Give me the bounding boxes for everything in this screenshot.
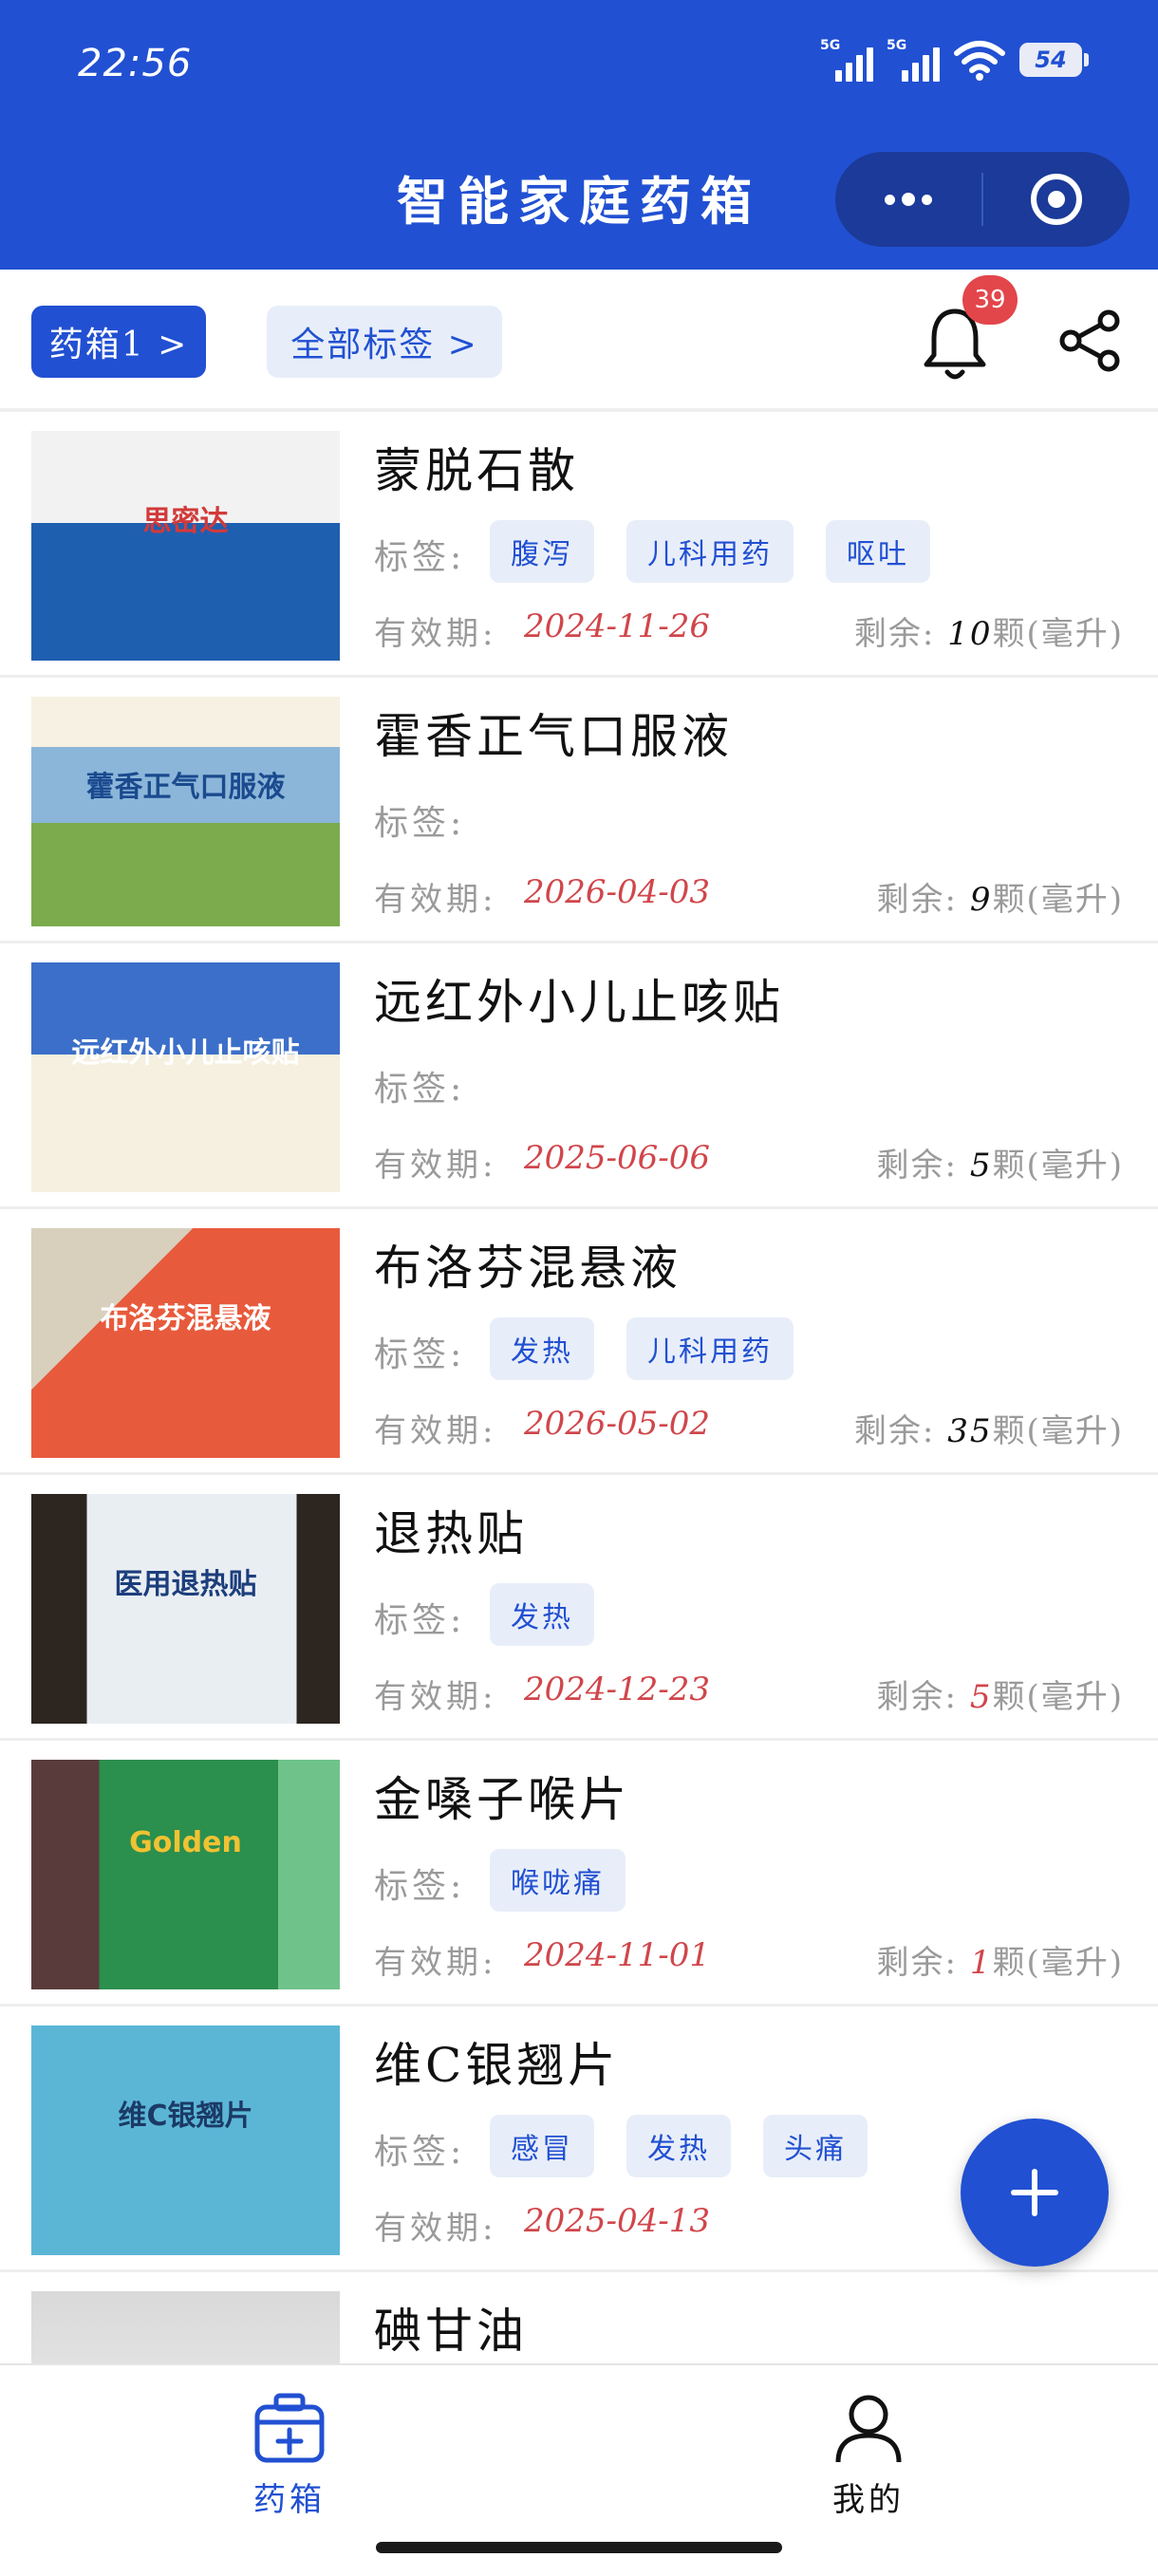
- expiry-date: 2025-06-06: [524, 1139, 711, 1177]
- medicine-box-icon: [254, 2393, 325, 2463]
- medicine-thumbnail: Golden: [31, 1760, 340, 1989]
- thumbnail-caption: 维C银翘片: [118, 2100, 253, 2133]
- cellular-signal-icon: 5G: [820, 38, 873, 82]
- tag-label: 标签:: [374, 1601, 466, 1640]
- remaining-count: 剩余: 35颗(毫升): [853, 1412, 1124, 1450]
- remaining-count: 剩余: 9颗(毫升): [876, 881, 1124, 919]
- tag-row: 腹泻 儿科用药 呕吐: [490, 520, 930, 583]
- thumbnail-caption: 布洛芬混悬液: [100, 1302, 271, 1335]
- notification-badge: 39: [962, 275, 1018, 325]
- tag-chip[interactable]: 感冒: [490, 2115, 594, 2177]
- cellular-signal-icon-2: 5G: [887, 38, 940, 82]
- nav-medicine-box[interactable]: 药箱: [195, 2392, 384, 2520]
- medicine-list-item[interactable]: 藿香正气口服液 霍香正气口服液 标签: 有效期: 2026-04-03 剩余: 9…: [0, 678, 1158, 943]
- expiry-label: 有效期:: [374, 1147, 497, 1185]
- medicine-name: 退热贴: [374, 1506, 528, 1561]
- expiry-label: 有效期:: [374, 1412, 497, 1450]
- more-menu-button[interactable]: [835, 152, 981, 247]
- more-dots-icon: [885, 193, 932, 206]
- medicine-thumbnail: 医用退热贴: [31, 1494, 340, 1724]
- plus-icon: [1011, 2169, 1058, 2216]
- medicine-box-selector[interactable]: 药箱1 >: [31, 306, 206, 378]
- medicine-list-item[interactable]: 布洛芬混悬液 布洛芬混悬液 标签: 发热 儿科用药 有效期: 2026-05-02…: [0, 1209, 1158, 1475]
- battery-icon: 54: [1019, 43, 1089, 77]
- tag-chip[interactable]: 发热: [490, 1583, 594, 1646]
- medicine-name: 蒙脱石散: [374, 443, 579, 498]
- tag-label: 标签:: [374, 2133, 466, 2172]
- target-icon: [1031, 174, 1082, 225]
- expiry-date: 2024-11-26: [524, 607, 711, 645]
- tag-label: 标签:: [374, 1335, 466, 1374]
- nav-mine[interactable]: 我的: [774, 2392, 963, 2520]
- tag-row: 发热 儿科用药: [490, 1317, 794, 1380]
- expiry-date: 2026-04-03: [524, 873, 711, 911]
- expiry-date: 2024-11-01: [524, 1936, 711, 1974]
- tag-label: 标签:: [374, 1867, 466, 1906]
- thumbnail-caption: 远红外小儿止咳贴: [71, 1036, 300, 1070]
- share-icon[interactable]: [1057, 308, 1124, 374]
- medicine-list-item[interactable]: 思密达 蒙脱石散 标签: 腹泻 儿科用药 呕吐 有效期: 2024-11-26 剩余:…: [0, 412, 1158, 678]
- toolbar: 药箱1 > 全部标签 > 39: [0, 270, 1158, 412]
- medicine-name: 维C银翘片: [374, 2038, 620, 2093]
- medicine-list-item[interactable]: Golden 金嗓子喉片 标签: 喉咙痛 有效期: 2024-11-01 剩余: …: [0, 1741, 1158, 2007]
- tag-chip[interactable]: 头痛: [763, 2115, 868, 2177]
- remaining-count: 剩余: 1颗(毫升): [876, 1944, 1124, 1982]
- medicine-thumbnail: 远红外小儿止咳贴: [31, 962, 340, 1192]
- thumbnail-caption: Golden: [129, 1826, 242, 1859]
- expiry-date: 2025-04-13: [524, 2202, 711, 2240]
- medicine-thumbnail: 藿香正气口服液: [31, 697, 340, 926]
- tag-row: 发热: [490, 1583, 594, 1646]
- expiry-label: 有效期:: [374, 1678, 497, 1716]
- nav-mine-label: 我的: [832, 2481, 905, 2519]
- home-indicator: [376, 2542, 782, 2553]
- all-tags-filter[interactable]: 全部标签 >: [267, 306, 502, 378]
- tag-chip[interactable]: 发热: [626, 2115, 731, 2177]
- thumbnail-caption: 思密达: [142, 505, 229, 538]
- add-medicine-button[interactable]: [961, 2119, 1109, 2267]
- medicine-thumbnail: 布洛芬混悬液: [31, 1228, 340, 1458]
- medicine-thumbnail: 思密达: [31, 431, 340, 661]
- expiry-label: 有效期:: [374, 615, 497, 653]
- tag-chip[interactable]: 喉咙痛: [490, 1849, 626, 1912]
- status-icons: 5G 5G 54: [820, 36, 1089, 84]
- tag-row: 感冒 发热 头痛: [490, 2115, 868, 2177]
- thumbnail-caption: 藿香正气口服液: [85, 771, 286, 804]
- user-icon: [835, 2395, 902, 2463]
- wifi-icon: [954, 41, 1005, 81]
- medicine-name: 金嗓子喉片: [374, 1772, 630, 1827]
- tag-label: 标签:: [374, 538, 466, 577]
- remaining-count: 剩余: 5颗(毫升): [876, 1678, 1124, 1716]
- thumbnail-caption: 医用退热贴: [114, 1568, 257, 1601]
- tag-chip[interactable]: 儿科用药: [626, 1317, 794, 1380]
- medicine-thumbnail: 维C银翘片: [31, 2025, 340, 2255]
- tag-chip[interactable]: 发热: [490, 1317, 594, 1380]
- close-miniprogram-button[interactable]: [983, 152, 1130, 247]
- status-time: 22:56: [78, 42, 193, 85]
- tag-label: 标签:: [374, 804, 466, 843]
- tag-chip[interactable]: 呕吐: [826, 520, 930, 583]
- medicine-name: 碘甘油: [374, 2304, 528, 2359]
- expiry-date: 2024-12-23: [524, 1671, 711, 1708]
- tag-chip[interactable]: 腹泻: [490, 520, 594, 583]
- expiry-label: 有效期:: [374, 881, 497, 919]
- tag-row: 喉咙痛: [490, 1849, 626, 1912]
- remaining-count: 剩余: 10颗(毫升): [853, 615, 1124, 653]
- medicine-name: 布洛芬混悬液: [374, 1241, 682, 1296]
- medicine-name: 霍香正气口服液: [374, 709, 733, 764]
- expiry-label: 有效期:: [374, 1944, 497, 1982]
- medicine-list-item[interactable]: 远红外小儿止咳贴 远红外小儿止咳贴 标签: 有效期: 2025-06-06 剩余:…: [0, 943, 1158, 1209]
- medicine-name: 远红外小儿止咳贴: [374, 975, 784, 1030]
- remaining-count: 剩余: 5颗(毫升): [876, 1147, 1124, 1185]
- tag-label: 标签:: [374, 1070, 466, 1109]
- nav-medicine-box-label: 药箱: [253, 2481, 326, 2519]
- miniprogram-capsule: [835, 152, 1130, 247]
- expiry-label: 有效期:: [374, 2210, 497, 2248]
- app-header: 22:56 5G 5G 54 智能家庭药箱: [0, 0, 1158, 270]
- tag-chip[interactable]: 儿科用药: [626, 520, 794, 583]
- medicine-list-item[interactable]: 医用退热贴 退热贴 标签: 发热 有效期: 2024-12-23 剩余: 5颗(毫…: [0, 1475, 1158, 1741]
- expiry-date: 2026-05-02: [524, 1405, 711, 1443]
